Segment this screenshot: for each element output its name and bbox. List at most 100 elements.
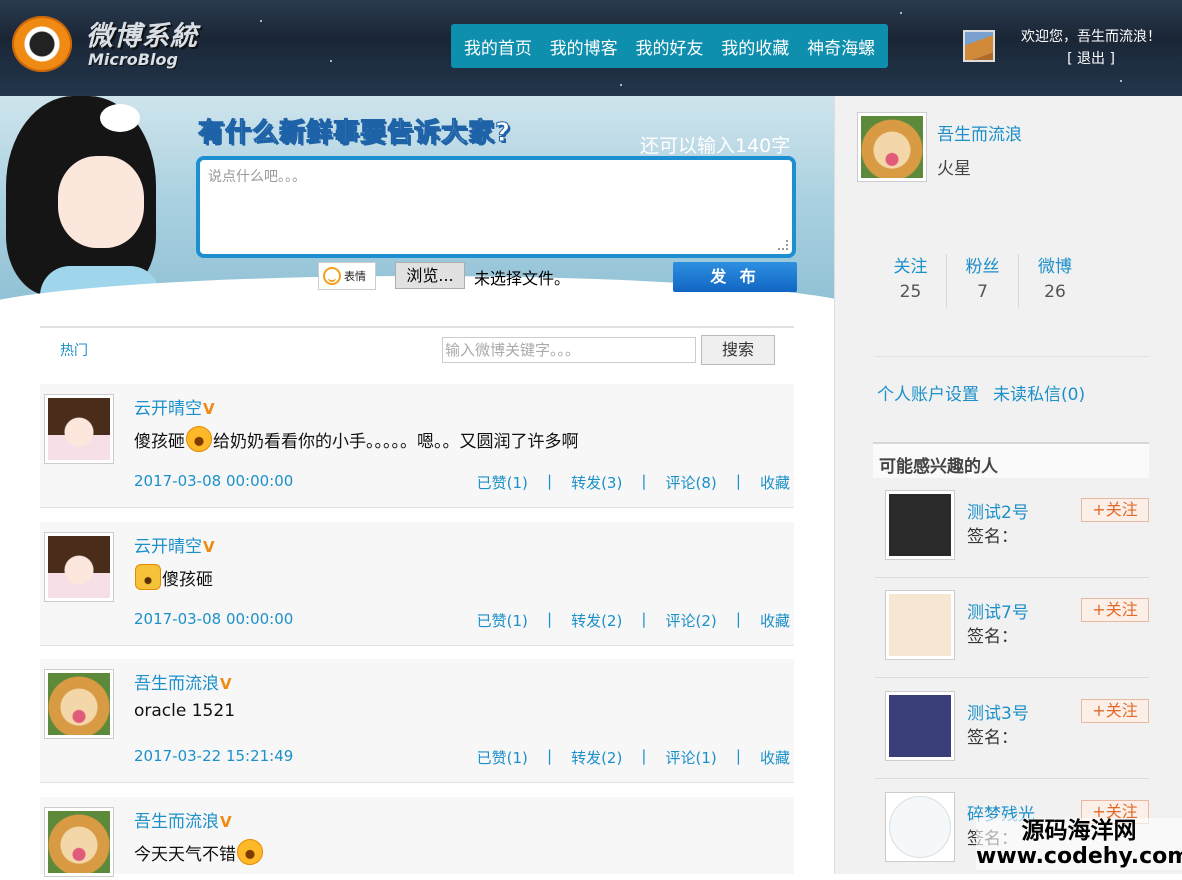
profile-location: 火星 (937, 159, 971, 179)
doge-emoji-icon (135, 564, 161, 590)
comment-button[interactable]: 评论(1) (666, 747, 717, 768)
recommend-avatar[interactable] (885, 590, 955, 660)
post-content: oracle 1521 (134, 701, 236, 721)
stat-fans[interactable]: 粉丝 7 (947, 254, 1019, 308)
post-placeholder: 说点什么吧。。。 (208, 169, 306, 185)
forward-button[interactable]: 转发(2) (571, 610, 622, 631)
star-decoration (330, 60, 332, 62)
recommend-item: 测试7号 签名： +关注 (875, 578, 1149, 678)
nav-my-blog[interactable]: 我的博客 (550, 34, 618, 59)
site-logo[interactable]: 微博系統 MicroBlog (10, 10, 220, 76)
main-nav: 我的首页 我的博客 我的好友 我的收藏 神奇海螺 (451, 24, 888, 68)
recommend-signature: 签名： (967, 627, 1018, 647)
feed-post: 云开晴空V 傻孩砸 2017-03-08 00:00:00 已赞(1) | 转发… (40, 522, 794, 646)
post-textarea[interactable]: 说点什么吧。。。 (196, 156, 796, 258)
girl-face-decoration (58, 156, 144, 248)
bow-decoration (100, 104, 140, 132)
feed-post: 吾生而流浪V oracle 1521 2017-03-22 15:21:49 已… (40, 659, 794, 783)
post-author[interactable]: 云开晴空V (134, 532, 215, 557)
post-avatar[interactable] (44, 669, 114, 739)
tab-hot[interactable]: 热门 (60, 340, 88, 360)
forward-button[interactable]: 转发(2) (571, 747, 622, 768)
follow-button[interactable]: +关注 (1081, 498, 1149, 522)
like-button[interactable]: 已赞(1) (477, 747, 528, 768)
stat-posts[interactable]: 微博 26 (1019, 254, 1091, 308)
smiley-icon (323, 267, 341, 285)
profile-name[interactable]: 吾生而流浪 (937, 120, 1022, 145)
follow-button[interactable]: +关注 (1081, 699, 1149, 723)
star-decoration (1120, 80, 1122, 82)
account-links: 个人账户设置 未读私信(0) (877, 380, 1085, 405)
verified-badge-icon: V (203, 538, 215, 556)
nav-favorites[interactable]: 我的收藏 (721, 34, 789, 59)
comment-button[interactable]: 评论(2) (666, 610, 717, 631)
post-time: 2017-03-22 15:21:49 (134, 747, 294, 765)
post-time: 2017-03-08 00:00:00 (134, 472, 294, 490)
feed-post: 吾生而流浪V 今天天气不错 (40, 797, 794, 877)
post-content: 今天天气不错 (134, 839, 264, 865)
profile-stats: 关注 25 粉丝 7 微博 26 (875, 254, 1091, 308)
logout-link[interactable]: [ 退出 ] (1015, 48, 1167, 70)
divider (875, 356, 1149, 357)
nav-home[interactable]: 我的首页 (464, 34, 532, 59)
resize-handle-icon[interactable] (778, 240, 788, 250)
account-settings-link[interactable]: 个人账户设置 (877, 380, 979, 405)
search-input[interactable]: 输入微博关键字。。。 (442, 337, 696, 363)
laugh-emoji-icon (237, 839, 263, 865)
recommend-item: 测试3号 签名： +关注 (875, 679, 1149, 779)
comment-button[interactable]: 评论(8) (666, 472, 717, 493)
shy-face-emoji-icon (186, 426, 212, 452)
top-bar: 微博系統 MicroBlog 我的首页 我的博客 我的好友 我的收藏 神奇海螺 … (0, 0, 1182, 96)
feed-post: 云开晴空V 傻孩砸 给奶奶看看你的小手。。。。。嗯。。又圆润了许多啊 2017-0… (40, 384, 794, 508)
star-decoration (260, 20, 262, 22)
nav-friends[interactable]: 我的好友 (635, 34, 703, 59)
post-avatar[interactable] (44, 394, 114, 464)
stat-following[interactable]: 关注 25 (875, 254, 947, 308)
welcome-text: 欢迎您，吾生而流浪！ (1021, 29, 1161, 45)
recommend-avatar[interactable] (885, 691, 955, 761)
recommend-signature: 签名： (967, 728, 1018, 748)
composer-prompt: 有什么新鲜事要告诉大家? (197, 118, 512, 149)
emoji-button[interactable]: 表情 (318, 262, 376, 290)
post-author[interactable]: 吾生而流浪V (134, 669, 232, 694)
recommend-name[interactable]: 测试3号 (967, 699, 1029, 724)
post-content: 傻孩砸 (134, 564, 213, 590)
favorite-button[interactable]: 收藏 (760, 747, 790, 768)
post-content: 傻孩砸 给奶奶看看你的小手。。。。。嗯。。又圆润了许多啊 (134, 426, 579, 452)
user-avatar[interactable] (963, 30, 995, 62)
recommend-signature: 签名： (967, 527, 1018, 547)
logo-title: 微博系統 (86, 21, 198, 52)
post-author[interactable]: 云开晴空V (134, 394, 215, 419)
recommend-title: 可能感兴趣的人 (873, 442, 1149, 478)
post-author[interactable]: 吾生而流浪V (134, 807, 232, 832)
recommend-avatar[interactable] (885, 490, 955, 560)
verified-badge-icon: V (220, 813, 232, 831)
recommend-item: 测试2号 签名： +关注 (875, 478, 1149, 578)
char-remaining: 还可以输入140字 (640, 135, 791, 157)
follow-button[interactable]: +关注 (1081, 598, 1149, 622)
private-messages-link[interactable]: 未读私信(0) (993, 380, 1085, 405)
file-status: 未选择文件。 (474, 269, 571, 288)
post-avatar[interactable] (44, 532, 114, 602)
recommend-avatar[interactable] (885, 792, 955, 862)
recommend-name[interactable]: 测试7号 (967, 598, 1029, 623)
search-button[interactable]: 搜索 (701, 335, 775, 365)
like-button[interactable]: 已赞(1) (477, 472, 528, 493)
post-actions: 已赞(1) | 转发(3) | 评论(8) | 收藏 (476, 472, 790, 493)
nav-magic-conch[interactable]: 神奇海螺 (807, 34, 875, 59)
profile-avatar[interactable] (857, 112, 927, 182)
like-button[interactable]: 已赞(1) (477, 610, 528, 631)
browse-file-button[interactable]: 浏览... (395, 262, 465, 289)
favorite-button[interactable]: 收藏 (760, 610, 790, 631)
fish-logo-icon (12, 16, 72, 72)
post-avatar[interactable] (44, 807, 114, 877)
favorite-button[interactable]: 收藏 (760, 472, 790, 493)
verified-badge-icon: V (220, 675, 232, 693)
welcome-area: 欢迎您，吾生而流浪！ [ 退出 ] (1015, 26, 1167, 70)
publish-button[interactable]: 发 布 (673, 262, 797, 292)
forward-button[interactable]: 转发(3) (571, 472, 622, 493)
right-sidebar: 吾生而流浪 火星 关注 25 粉丝 7 微博 26 个人账户设置 未读私信(0)… (834, 96, 1182, 874)
logo-subtitle: MicroBlog (88, 50, 178, 69)
composer-banner: 有什么新鲜事要告诉大家? 还可以输入140字 说点什么吧。。。 表情 浏览...… (0, 96, 834, 312)
recommend-name[interactable]: 测试2号 (967, 498, 1029, 523)
